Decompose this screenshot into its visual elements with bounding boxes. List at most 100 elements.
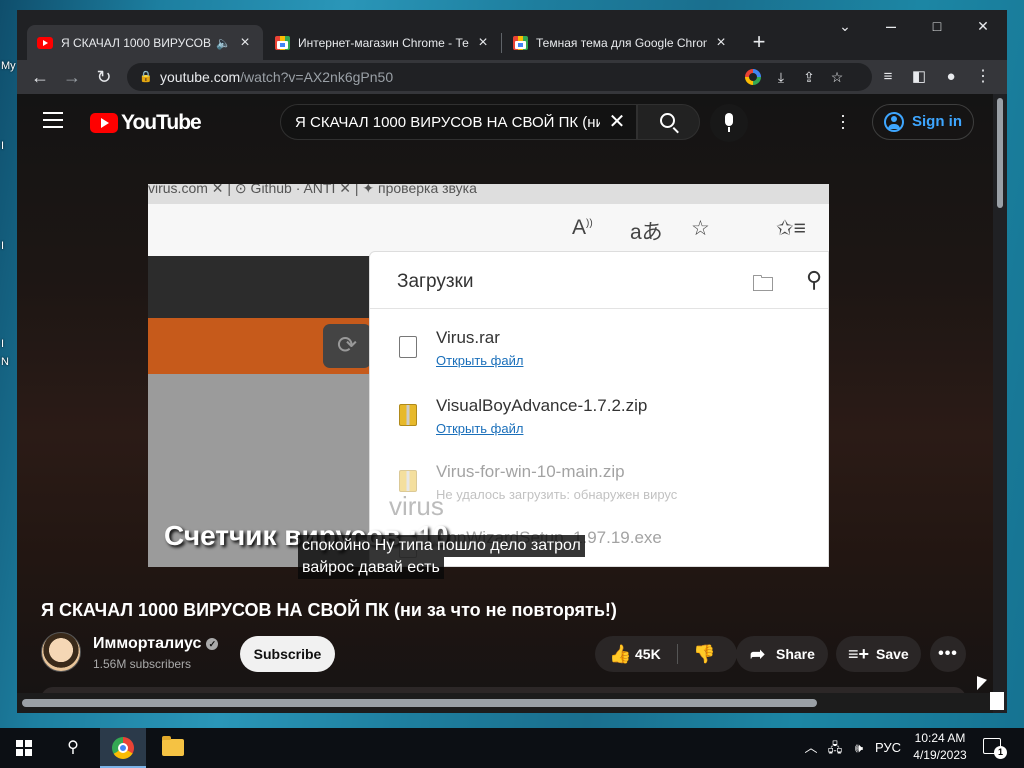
video-player[interactable]: virus.com ✕ | ⊙ Github · ANTI ✕ | ✦ пров… <box>148 184 829 567</box>
side-panel-icon[interactable]: ◧ <box>906 64 932 90</box>
download-filename: Virus.rar <box>436 328 500 347</box>
windows-taskbar: ⚲ ︿ 🖧 🕪 РУС 10:24 AM 4/19/2023 1 <box>0 728 1024 768</box>
video-frame-tabs-text: virus.com ✕ | ⊙ Github · ANTI ✕ | ✦ пров… <box>148 184 477 196</box>
tab-close-icon[interactable]: × <box>237 34 253 52</box>
horizontal-scrollbar[interactable] <box>17 693 993 713</box>
youtube-logo[interactable]: YouTube <box>90 111 202 135</box>
audio-playing-icon[interactable]: 🔈 <box>216 36 231 50</box>
caption-line: вайрос давай есть <box>298 557 444 579</box>
google-lens-icon[interactable] <box>741 65 765 89</box>
search-box: ✕ <box>280 104 637 140</box>
scrollbar-thumb[interactable] <box>22 699 817 707</box>
zip-file-icon <box>399 404 417 426</box>
playlist-add-icon: ≡+ <box>848 644 870 664</box>
network-icon[interactable]: 🖧 <box>824 728 846 768</box>
channel-name[interactable]: Имморталиус ✓ <box>93 635 219 653</box>
vertical-scrollbar[interactable] <box>993 94 1007 713</box>
downloads-title: Загрузки <box>397 271 474 292</box>
share-button[interactable]: ➦ Share <box>736 636 828 672</box>
favorites-icon: ✩≡ <box>776 217 806 240</box>
close-window-button[interactable]: ✕ <box>960 12 1006 42</box>
chrome-menu-icon[interactable]: ⋮ <box>970 64 996 90</box>
save-label: Save <box>876 646 909 662</box>
url-path: /watch?v=AX2nk6gPn50 <box>240 69 394 85</box>
translate-icon: aあ <box>630 221 663 244</box>
youtube-play-icon <box>90 113 118 133</box>
system-clock[interactable]: 10:24 AM 4/19/2023 <box>905 730 975 764</box>
file-icon <box>399 336 417 358</box>
like-count[interactable]: 45K <box>635 636 661 672</box>
clock-time: 10:24 AM <box>914 731 966 745</box>
tab-dark-theme[interactable]: Темная тема для Google Chrom × <box>503 25 739 60</box>
media-controls-icon[interactable]: ≡ <box>875 64 901 90</box>
clock-date: 4/19/2023 <box>913 748 967 762</box>
taskbar-file-explorer-button[interactable] <box>150 728 196 768</box>
maximize-button[interactable]: □ <box>914 12 960 42</box>
download-item: Virus.rar Открыть файл <box>370 322 828 386</box>
dislike-thumb-icon[interactable]: 👎 <box>693 636 715 672</box>
start-button[interactable] <box>0 728 46 768</box>
cursor-tooltip-box <box>990 692 1004 710</box>
desktop-icon-label[interactable]: I <box>1 240 4 252</box>
like-thumb-icon[interactable]: 👍 <box>609 636 631 672</box>
bookmark-star-icon[interactable]: ☆ <box>825 65 849 89</box>
tab-search-button[interactable]: ⌄ <box>822 12 868 42</box>
url-host: youtube.com <box>160 69 241 85</box>
desktop-icon-label[interactable]: My <box>1 60 16 72</box>
back-arrow-icon[interactable]: ← <box>27 64 53 90</box>
install-app-icon[interactable]: ⤓ <box>769 65 793 89</box>
share-label: Share <box>776 646 815 662</box>
search-icon <box>660 113 675 128</box>
divider <box>370 308 828 309</box>
browser-toolbar: ← → ↻ 🔒 youtube.com/watch?v=AX2nk6gPn50 … <box>17 60 1007 94</box>
save-button[interactable]: ≡+ Save <box>836 636 921 672</box>
tab-close-icon[interactable]: × <box>713 34 729 52</box>
share-page-icon[interactable]: ⇪ <box>797 65 821 89</box>
notification-center-icon[interactable]: 1 <box>983 738 1007 759</box>
channel-avatar[interactable] <box>41 632 81 672</box>
voice-search-button[interactable] <box>710 104 748 142</box>
lock-icon[interactable]: 🔒 <box>139 63 153 91</box>
download-filename: Virus-for-win-10-main.zip <box>436 462 625 481</box>
tab-webstore[interactable]: Интернет-магазин Chrome - Те × <box>265 25 501 60</box>
settings-menu-icon[interactable]: · · · <box>839 106 847 136</box>
volume-icon[interactable]: 🕪 <box>848 728 870 768</box>
video-frame-toolbar: A)) aあ ☆ ✩≡ <box>148 204 829 256</box>
clear-search-icon[interactable]: ✕ <box>604 109 630 135</box>
search-button[interactable] <box>637 104 700 140</box>
divider <box>677 644 678 664</box>
reload-icon[interactable]: ↻ <box>91 64 117 90</box>
address-bar[interactable]: 🔒 youtube.com/watch?v=AX2nk6gPn50 ⤓ ⇪ ☆ <box>127 63 872 91</box>
forward-arrow-icon[interactable]: → <box>59 64 85 90</box>
folder-icon: 🗀 <box>752 271 775 296</box>
hamburger-menu-icon[interactable] <box>43 112 63 128</box>
read-aloud-icon: A)) <box>572 216 593 239</box>
zip-file-icon <box>399 470 417 492</box>
desktop-icon-label[interactable]: I <box>1 338 4 350</box>
subscribe-button[interactable]: Subscribe <box>240 636 335 672</box>
webstore-favicon-icon <box>275 35 290 50</box>
url-text[interactable]: youtube.com/watch?v=AX2nk6gPn50 <box>160 63 393 91</box>
scrollbar-thumb[interactable] <box>997 98 1003 208</box>
taskbar-chrome-button[interactable] <box>100 728 146 768</box>
share-arrow-icon: ➦ <box>750 644 766 664</box>
tab-separator <box>501 33 502 53</box>
account-icon <box>884 112 904 132</box>
new-tab-button[interactable]: + <box>745 29 773 57</box>
video-captions: спокойно Ну типа пошло дело затрол вайро… <box>298 535 585 579</box>
sign-in-button[interactable]: Sign in <box>872 104 974 140</box>
chrome-icon <box>112 737 134 759</box>
desktop-icon-label[interactable]: N <box>1 356 9 368</box>
search-input[interactable] <box>295 105 600 139</box>
tab-close-icon[interactable]: × <box>475 34 491 52</box>
chevron-up-icon[interactable]: ︿ <box>800 728 822 768</box>
language-indicator[interactable]: РУС <box>872 728 904 768</box>
profile-icon[interactable]: ● <box>938 64 964 90</box>
minimize-button[interactable]: – <box>868 12 914 42</box>
desktop-icon-label[interactable]: I <box>1 140 4 152</box>
more-actions-button[interactable]: ••• <box>930 636 966 672</box>
download-status: Не удалось загрузить: обнаружен вирус <box>436 487 678 502</box>
taskbar-search-icon[interactable]: ⚲ <box>58 728 88 768</box>
folder-icon <box>162 736 184 756</box>
tab-youtube[interactable]: Я СКАЧАЛ 1000 ВИРУСОВ Н 🔈 × <box>27 25 263 60</box>
